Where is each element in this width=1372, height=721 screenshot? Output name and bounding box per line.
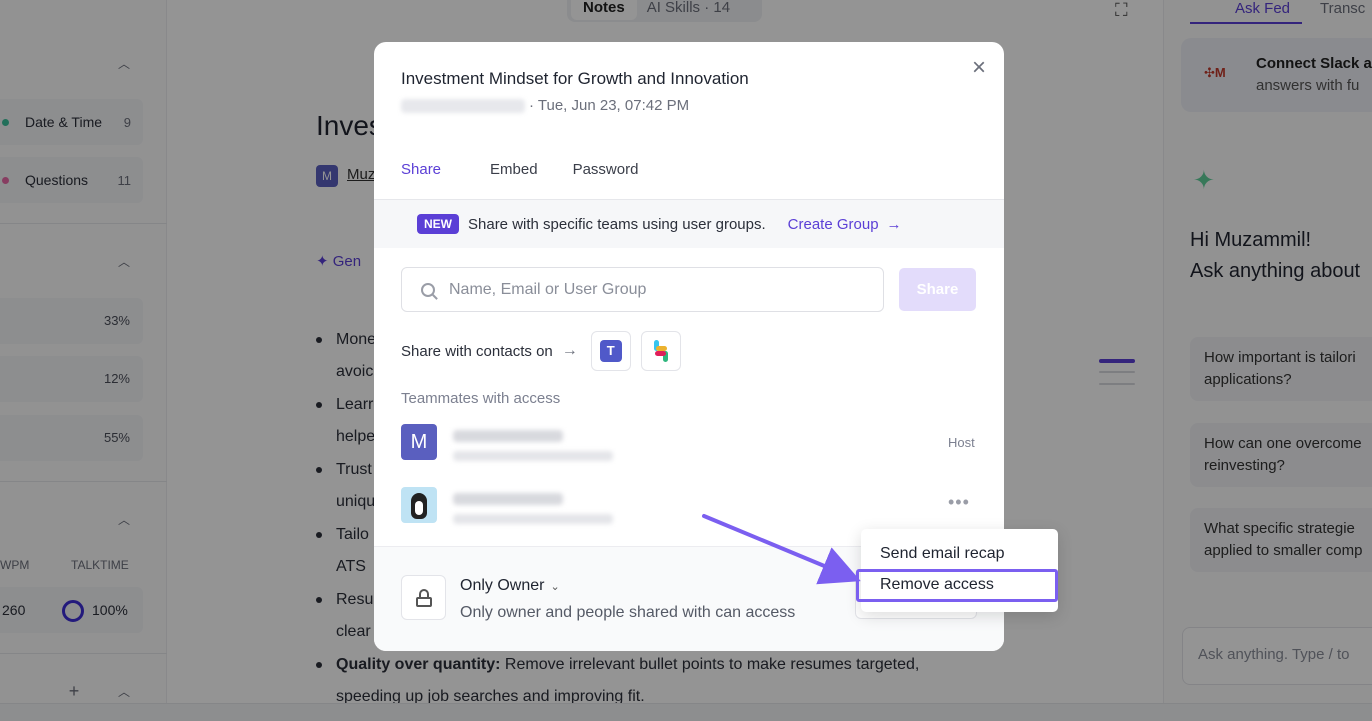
modal-title: Investment Mindset for Growth and Innova… <box>401 69 749 88</box>
lock-tile <box>401 575 446 620</box>
share-button[interactable]: Share <box>899 268 976 311</box>
menu-item-send-email-recap[interactable]: Send email recap <box>880 545 1005 563</box>
arrow-right-icon: → <box>561 342 578 359</box>
share-contacts-row: Share with contacts on → T <box>401 331 691 371</box>
arrow-right-icon[interactable]: → <box>887 216 902 233</box>
user-groups-banner: NEW Share with specific teams using user… <box>374 200 1004 248</box>
more-options-icon[interactable]: ••• <box>948 492 970 513</box>
tab-share[interactable]: Share <box>374 161 469 201</box>
slack-share-button[interactable] <box>640 331 681 371</box>
annotation-highlight-box <box>856 569 1058 602</box>
teammates-section-label: Teammates with access <box>401 390 561 407</box>
teammate-avatar: M <box>401 424 437 460</box>
share-tabs: Share Embed Password <box>374 161 673 201</box>
share-search-box[interactable] <box>401 267 884 312</box>
tab-password[interactable]: Password <box>573 161 639 201</box>
meeting-datetime: · Tue, Jun 23, 07:42 PM <box>529 97 690 114</box>
slack-icon <box>650 340 672 362</box>
banner-text: Share with specific teams using user gro… <box>468 215 766 233</box>
access-description: Only owner and people shared with can ac… <box>460 604 796 621</box>
tab-embed[interactable]: Embed <box>490 161 538 201</box>
teammate-info-blurred <box>447 420 642 472</box>
search-icon <box>421 282 435 297</box>
teammate-role: Host <box>948 435 975 450</box>
teammate-avatar <box>401 487 437 523</box>
modal-subtitle: · Tue, Jun 23, 07:42 PM <box>401 97 689 114</box>
lock-icon <box>415 588 432 607</box>
contacts-label: Share with contacts on <box>401 342 553 360</box>
penguin-avatar-icon <box>411 493 427 519</box>
access-level-dropdown[interactable]: Only Owner ⌄ <box>460 577 560 595</box>
chevron-down-icon: ⌄ <box>550 581 560 593</box>
close-icon[interactable]: × <box>967 56 991 81</box>
blurred-owner-name <box>401 99 525 114</box>
teammate-info-blurred <box>447 483 642 535</box>
create-group-link[interactable]: Create Group <box>788 216 879 233</box>
teams-share-button[interactable]: T <box>590 331 631 371</box>
microsoft-teams-icon: T <box>599 340 622 362</box>
access-level-label: Only Owner <box>460 577 545 594</box>
new-badge: NEW <box>417 214 459 234</box>
share-search-input[interactable] <box>449 280 869 299</box>
